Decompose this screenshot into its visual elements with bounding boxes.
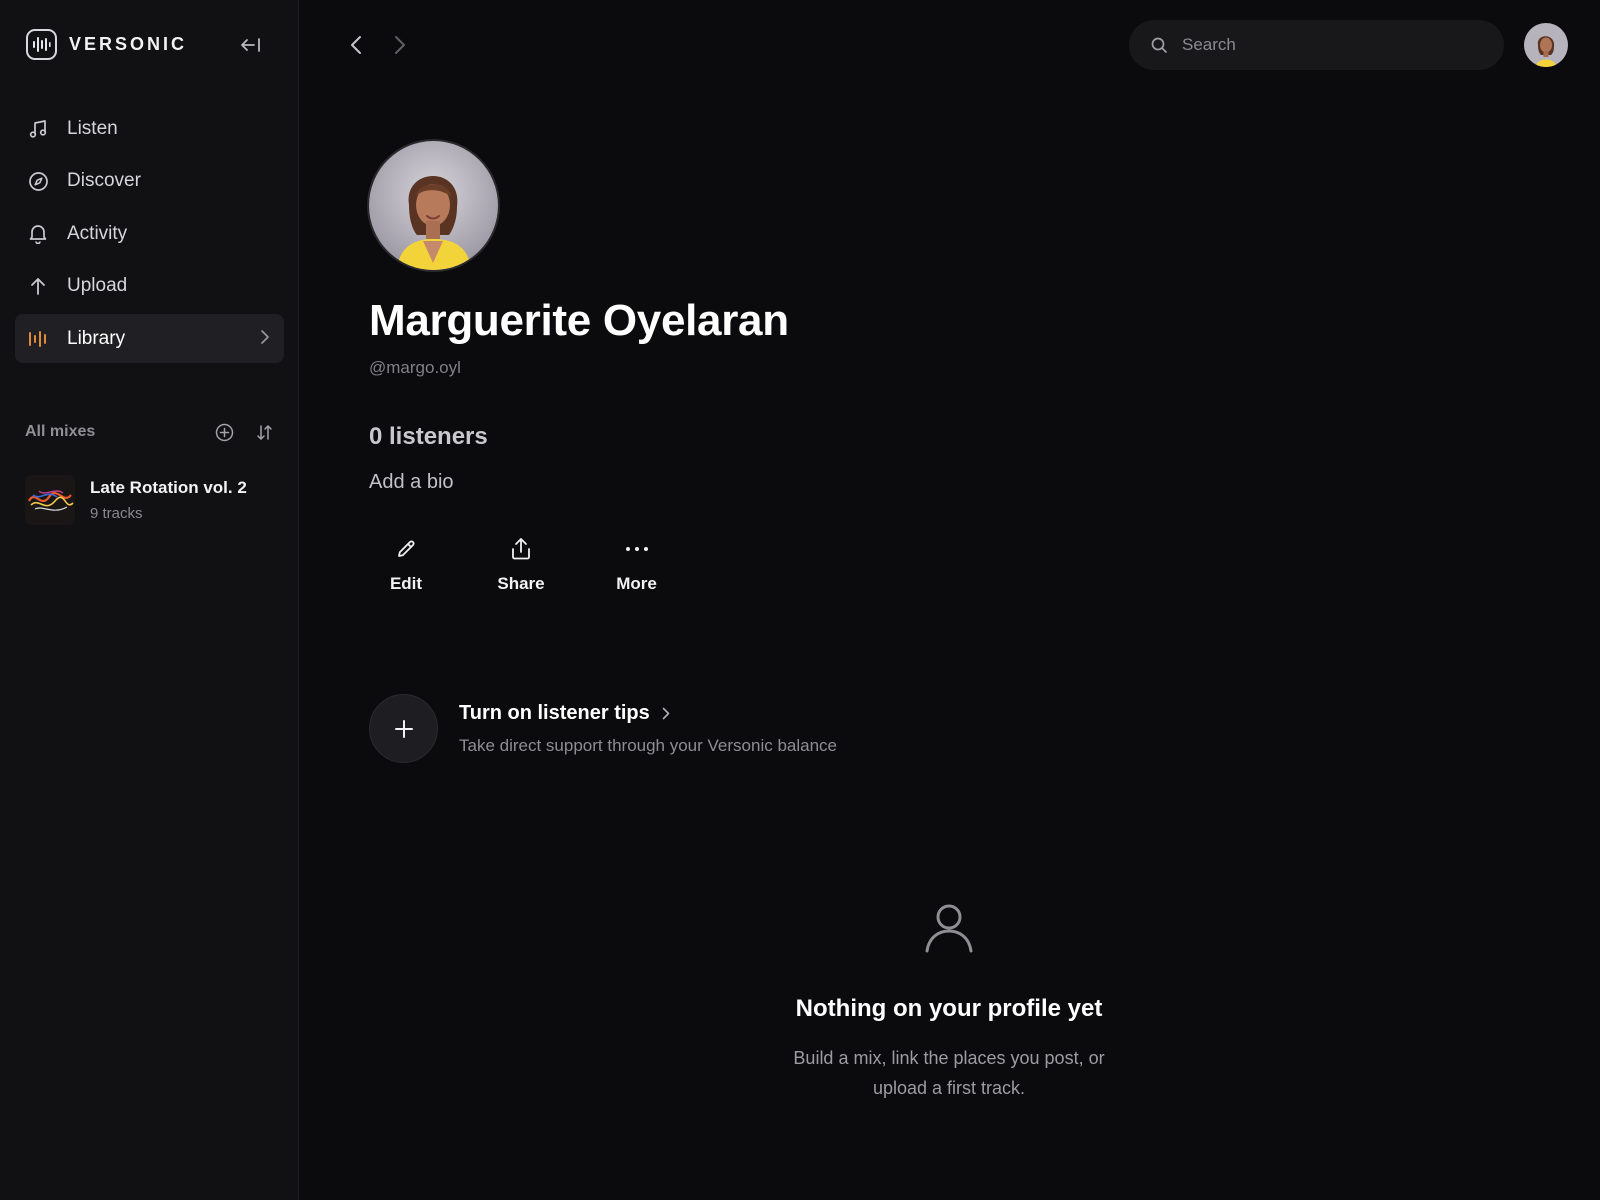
profile-avatar[interactable]: [369, 141, 498, 270]
empty-state-line-2: upload a first track.: [872, 1078, 1026, 1098]
sidebar: VERSONIC Listen Discover Activity Upload…: [0, 0, 299, 1200]
chevron-right-icon: [395, 36, 405, 54]
chevron-left-icon: [351, 36, 361, 54]
mixes-title: All mixes: [25, 423, 96, 440]
collapse-icon: [241, 38, 260, 52]
waveform-logo-icon: [26, 29, 57, 60]
mixes-actions: [213, 421, 275, 443]
pencil-icon: [395, 535, 417, 563]
tips-title-label: Turn on listener tips: [459, 701, 650, 724]
profile-actions: Edit Share More: [369, 535, 674, 594]
empty-state: Nothing on your profile yet Build a mix,…: [649, 903, 1249, 1103]
tips-text: Turn on listener tips Take direct suppor…: [459, 702, 837, 756]
waveform-icon: [27, 328, 49, 350]
listener-tips-cta[interactable]: Turn on listener tips Take direct suppor…: [369, 694, 837, 763]
add-bio-link[interactable]: Add a bio: [369, 471, 454, 494]
sort-icon: [256, 424, 272, 440]
more-button[interactable]: More: [599, 535, 674, 594]
bell-icon: [27, 223, 49, 245]
arrow-up-icon: [27, 275, 49, 297]
mix-list-item[interactable]: Late Rotation vol. 2 9 tracks: [25, 475, 280, 525]
compass-icon: [27, 170, 49, 192]
edit-label: Edit: [389, 574, 423, 593]
more-label: More: [616, 574, 657, 593]
empty-state-title: Nothing on your profile yet: [795, 995, 1103, 1022]
mix-track-count: 9 tracks: [90, 505, 143, 522]
forward-button[interactable]: [387, 32, 413, 58]
search-icon: [1151, 37, 1167, 53]
mix-cover-image: [25, 475, 75, 525]
history-nav: [343, 32, 413, 58]
mixes-header: All mixes: [25, 421, 275, 443]
add-mix-button[interactable]: [213, 421, 235, 443]
sidebar-item-library[interactable]: Library: [15, 314, 284, 363]
sidebar-item-listen[interactable]: Listen: [15, 104, 284, 153]
tips-subtitle: Take direct support through your Versoni…: [459, 735, 838, 755]
brand-name: VERSONIC: [69, 34, 188, 54]
listener-count: 0 listeners: [369, 423, 488, 450]
back-button[interactable]: [343, 32, 369, 58]
sidebar-item-label: Library: [67, 327, 126, 349]
more-dots-icon: [625, 535, 649, 563]
share-button[interactable]: Share: [443, 535, 599, 594]
brand[interactable]: VERSONIC: [26, 29, 187, 60]
edit-button[interactable]: Edit: [369, 535, 443, 594]
search-input[interactable]: [1182, 35, 1482, 55]
collapse-sidebar-button[interactable]: [238, 33, 264, 57]
plus-circle-icon: [215, 423, 233, 441]
search-bar[interactable]: [1129, 20, 1504, 70]
sidebar-item-activity[interactable]: Activity: [15, 209, 284, 258]
account-avatar[interactable]: [1524, 23, 1568, 67]
app-root: VERSONIC Listen Discover Activity Upload…: [0, 0, 1600, 1200]
sidebar-item-discover[interactable]: Discover: [15, 157, 284, 206]
chevron-right-icon: [662, 707, 670, 719]
user-icon: [649, 903, 1249, 953]
sidebar-item-upload[interactable]: Upload: [15, 262, 284, 311]
profile-name: Marguerite Oyelaran: [369, 296, 789, 345]
sidebar-item-label: Upload: [67, 275, 128, 296]
mix-meta: Late Rotation vol. 2 9 tracks: [90, 478, 247, 522]
mix-title: Late Rotation vol. 2: [90, 478, 247, 497]
plus-icon: [369, 694, 438, 763]
sidebar-item-label: Activity: [67, 222, 128, 244]
sidebar-item-label: Listen: [67, 117, 118, 139]
tips-title: Turn on listener tips: [459, 702, 837, 725]
empty-state-line-1: Build a mix, link the places you post, o…: [793, 1048, 1105, 1068]
share-icon: [510, 535, 532, 563]
sort-mixes-button[interactable]: [253, 421, 275, 443]
music-note-icon: [27, 118, 49, 140]
chevron-right-icon: [260, 329, 270, 351]
empty-state-text: Build a mix, link the places you post, o…: [649, 1043, 1249, 1103]
sidebar-nav: Listen Discover Activity Upload Library: [15, 104, 284, 367]
share-label: Share: [497, 574, 545, 593]
main-content: Marguerite Oyelaran @margo.oyl 0 listene…: [299, 0, 1600, 1200]
profile-handle: @margo.oyl: [369, 358, 461, 377]
sidebar-item-label: Discover: [67, 170, 141, 191]
